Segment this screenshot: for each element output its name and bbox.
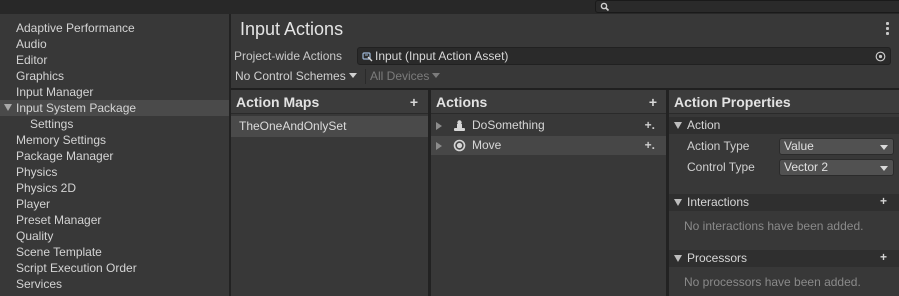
action-type-value: Value <box>784 139 814 153</box>
sidebar-item-physics[interactable]: Physics <box>0 164 229 180</box>
processors-empty-message: No processors have been added. <box>684 275 861 289</box>
control-schemes-label: No Control Schemes <box>235 69 346 83</box>
sidebar-item-preset-manager[interactable]: Preset Manager <box>0 212 229 228</box>
value-action-icon <box>453 139 466 152</box>
actions-column: Actions + DoSomething +. Move +. <box>431 90 667 296</box>
action-label: DoSomething <box>472 118 545 132</box>
chevron-down-icon <box>348 73 357 78</box>
control-schemes-dropdown[interactable]: No Control Schemes <box>231 68 357 85</box>
foldout-arrow-icon[interactable] <box>674 199 682 206</box>
action-item-move[interactable]: Move +. <box>431 136 667 155</box>
control-type-dropdown[interactable]: Vector 2 <box>779 159 894 176</box>
chevron-down-icon <box>432 73 441 78</box>
settings-sidebar: Adaptive Performance Audio Editor Graphi… <box>0 14 229 296</box>
processors-section-header[interactable]: Processors + <box>669 250 899 267</box>
control-type-value: Vector 2 <box>784 160 829 174</box>
sidebar-item-quality[interactable]: Quality <box>0 228 229 244</box>
sidebar-item-input-manager[interactable]: Input Manager <box>0 84 229 100</box>
sidebar-item-player[interactable]: Player <box>0 196 229 212</box>
sidebar-item-graphics[interactable]: Graphics <box>0 68 229 84</box>
project-wide-actions-field[interactable]: Input (Input Action Asset) <box>357 47 891 65</box>
actions-header: Actions + <box>431 90 667 114</box>
devices-dropdown: All Devices <box>366 68 441 85</box>
interactions-section-header[interactable]: Interactions + <box>669 194 899 211</box>
asset-value: Input (Input Action Asset) <box>375 49 509 63</box>
action-maps-title: Action Maps <box>236 94 320 110</box>
foldout-arrow-icon[interactable] <box>674 122 682 129</box>
devices-label: All Devices <box>370 69 430 83</box>
page-title: Input Actions <box>240 19 344 39</box>
object-picker-icon[interactable] <box>875 51 886 62</box>
action-section-label: Action <box>687 118 721 132</box>
sidebar-item-settings[interactable]: Settings <box>0 116 229 132</box>
actions-title: Actions <box>436 94 488 110</box>
add-binding-button[interactable]: +. <box>645 136 655 155</box>
action-properties-header: Action Properties <box>669 90 899 114</box>
action-section-header[interactable]: Action <box>669 117 899 134</box>
add-processor-button[interactable]: + <box>880 249 887 266</box>
add-action-map-button[interactable]: + <box>410 94 418 110</box>
project-wide-actions-label: Project-wide Actions <box>234 49 343 63</box>
sidebar-item-package-manager[interactable]: Package Manager <box>0 148 229 164</box>
sidebar-item-adaptive-performance[interactable]: Adaptive Performance <box>0 20 229 36</box>
sidebar-item-memory-settings[interactable]: Memory Settings <box>0 132 229 148</box>
more-options-icon[interactable] <box>885 22 891 36</box>
action-properties-column: Action Properties Action Action Type Val… <box>669 90 899 296</box>
interactions-empty-message: No interactions have been added. <box>684 219 864 233</box>
add-interaction-button[interactable]: + <box>880 193 887 210</box>
action-label: Move <box>472 138 502 152</box>
add-binding-button[interactable]: +. <box>645 116 655 135</box>
sidebar-item-script-execution-order[interactable]: Script Execution Order <box>0 260 229 276</box>
settings-search-input[interactable] <box>595 0 899 13</box>
expand-arrow-icon[interactable] <box>436 122 442 130</box>
action-maps-header: Action Maps + <box>231 90 428 114</box>
action-item-dosomething[interactable]: DoSomething +. <box>431 116 667 135</box>
expand-arrow-icon[interactable] <box>436 142 442 150</box>
top-toolbar <box>0 0 899 14</box>
sidebar-item-audio[interactable]: Audio <box>0 36 229 52</box>
add-action-button[interactable]: + <box>649 94 657 110</box>
input-actions-panel: Input Actions Project-wide Actions Input… <box>231 14 899 296</box>
chevron-down-icon <box>880 145 888 150</box>
control-type-label: Control Type <box>687 160 755 174</box>
processors-section-label: Processors <box>687 251 748 265</box>
search-icon <box>600 2 610 12</box>
sidebar-item-scene-template[interactable]: Scene Template <box>0 244 229 260</box>
action-properties-title: Action Properties <box>674 94 791 110</box>
chevron-down-icon <box>880 166 888 171</box>
input-action-asset-icon <box>362 52 373 62</box>
project-settings-window: Adaptive Performance Audio Editor Graphi… <box>0 0 899 296</box>
sidebar-item-input-system-package[interactable]: Input System Package <box>0 100 229 116</box>
sidebar-item-editor[interactable]: Editor <box>0 52 229 68</box>
sidebar-item-services[interactable]: Services <box>0 276 229 292</box>
action-maps-column: Action Maps + TheOneAndOnlySet <box>231 90 428 296</box>
sidebar-item-label: Input System Package <box>16 101 137 115</box>
foldout-arrow-icon[interactable] <box>674 255 682 262</box>
action-map-item[interactable]: TheOneAndOnlySet <box>231 116 428 137</box>
expand-arrow-icon[interactable] <box>4 104 12 111</box>
action-type-label: Action Type <box>687 139 750 153</box>
interactions-section-label: Interactions <box>687 195 750 209</box>
action-type-dropdown[interactable]: Value <box>779 138 894 155</box>
button-action-icon <box>454 120 465 131</box>
sidebar-item-physics-2d[interactable]: Physics 2D <box>0 180 229 196</box>
control-toolbar: No Control Schemes All Devices <box>231 67 899 86</box>
